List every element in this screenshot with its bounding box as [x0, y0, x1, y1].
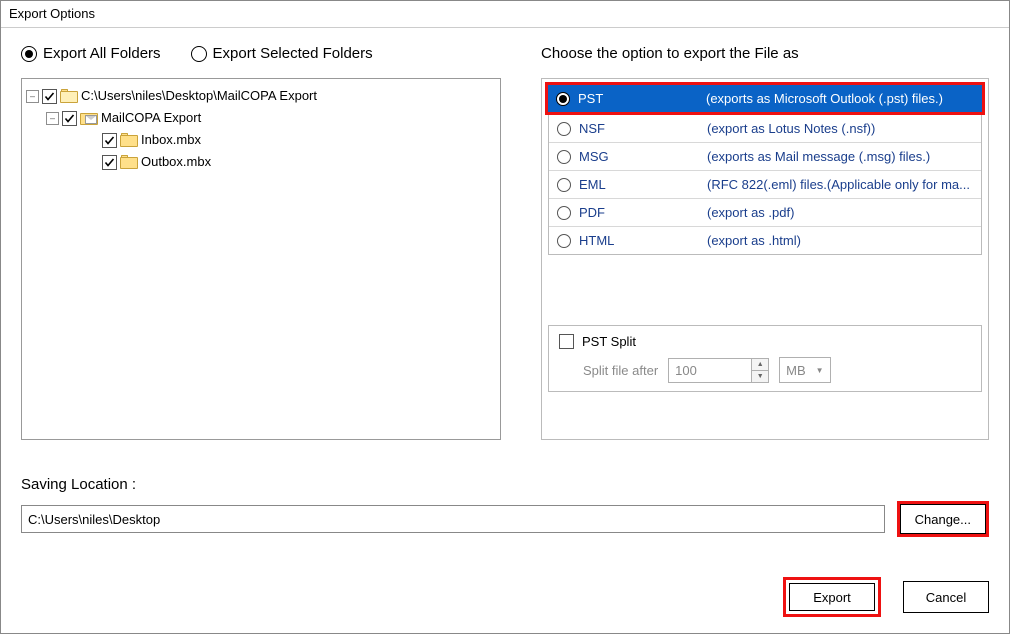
format-option-eml[interactable]: EML (RFC 822(.eml) files.(Applicable onl…	[549, 171, 981, 199]
highlight-box: Export	[783, 577, 881, 617]
folder-icon	[120, 133, 138, 147]
format-options-panel: PST (exports as Microsoft Outlook (.pst)…	[541, 78, 989, 440]
format-option-nsf[interactable]: NSF (export as Lotus Notes (.nsf))	[549, 115, 981, 143]
left-column: Export All Folders Export Selected Folde…	[21, 45, 501, 440]
mailcopa-folder-icon	[80, 111, 98, 125]
export-all-folders-radio[interactable]: Export All Folders	[21, 45, 161, 62]
format-option-list-top: PST (exports as Microsoft Outlook (.pst)…	[548, 85, 982, 112]
radio-icon	[557, 234, 571, 248]
radio-label: Export Selected Folders	[213, 45, 373, 62]
radio-icon	[557, 178, 571, 192]
checkbox[interactable]	[102, 155, 117, 170]
export-mode-row: Export All Folders Export Selected Folde…	[21, 45, 501, 62]
right-column: Choose the option to export the File as …	[541, 45, 989, 440]
folder-tree[interactable]: – C:\Users\niles\Desktop\MailCOPA Export	[21, 78, 501, 440]
tree-item-inbox[interactable]: Inbox.mbx	[141, 129, 201, 151]
format-option-html[interactable]: HTML (export as .html)	[549, 227, 981, 254]
format-desc: (export as .html)	[707, 233, 973, 248]
pst-split-checkbox[interactable]	[559, 334, 574, 349]
spacer	[86, 135, 99, 146]
format-desc: (exports as Microsoft Outlook (.pst) fil…	[706, 91, 974, 106]
highlight-box: Change...	[897, 501, 989, 537]
format-desc: (export as .pdf)	[707, 205, 973, 220]
change-button[interactable]: Change...	[900, 504, 986, 534]
spinner-up[interactable]: ▲	[752, 359, 768, 371]
saving-location-row: Saving Location : Change...	[21, 476, 989, 537]
format-name: EML	[579, 177, 699, 192]
export-selected-folders-radio[interactable]: Export Selected Folders	[191, 45, 373, 62]
tree-item-outbox[interactable]: Outbox.mbx	[141, 151, 211, 173]
pst-split-panel: PST Split Split file after ▲ ▼	[548, 325, 982, 392]
spinner-down[interactable]: ▼	[752, 371, 768, 382]
radio-icon	[191, 46, 207, 62]
window-title: Export Options	[1, 1, 1009, 28]
format-desc: (exports as Mail message (.msg) files.)	[707, 149, 973, 164]
format-option-pdf[interactable]: PDF (export as .pdf)	[549, 199, 981, 227]
radio-icon	[21, 46, 37, 62]
format-desc: (export as Lotus Notes (.nsf))	[707, 121, 973, 136]
split-after-label: Split file after	[583, 363, 658, 378]
export-button[interactable]: Export	[789, 583, 875, 611]
folder-icon	[120, 155, 138, 169]
tree-item-mailcopa[interactable]: MailCOPA Export	[101, 107, 201, 129]
format-heading: Choose the option to export the File as	[541, 45, 989, 62]
tree-item-root[interactable]: C:\Users\niles\Desktop\MailCOPA Export	[81, 85, 317, 107]
format-option-list: NSF (export as Lotus Notes (.nsf)) MSG (…	[548, 115, 982, 255]
format-name: PST	[578, 91, 698, 106]
export-options-window: Export Options Export All Folders Export…	[0, 0, 1010, 634]
split-unit-select[interactable]: MB ▼	[779, 357, 830, 383]
spacer	[86, 157, 99, 168]
checkbox[interactable]	[102, 133, 117, 148]
split-unit-value: MB	[786, 363, 806, 378]
radio-icon	[556, 92, 570, 106]
format-option-msg[interactable]: MSG (exports as Mail message (.msg) file…	[549, 143, 981, 171]
format-desc: (RFC 822(.eml) files.(Applicable only fo…	[707, 177, 973, 192]
folder-icon	[60, 89, 78, 103]
format-name: PDF	[579, 205, 699, 220]
highlight-box: PST (exports as Microsoft Outlook (.pst)…	[545, 82, 985, 115]
top-row: Export All Folders Export Selected Folde…	[21, 45, 989, 440]
format-option-pst[interactable]: PST (exports as Microsoft Outlook (.pst)…	[548, 85, 982, 112]
checkbox[interactable]	[42, 89, 57, 104]
saving-location-input[interactable]	[21, 505, 885, 533]
checkbox[interactable]	[62, 111, 77, 126]
split-size-input[interactable]	[669, 359, 751, 381]
radio-icon	[557, 206, 571, 220]
saving-location-label: Saving Location :	[21, 476, 989, 493]
radio-icon	[557, 150, 571, 164]
radio-label: Export All Folders	[43, 45, 161, 62]
format-name: NSF	[579, 121, 699, 136]
collapse-toggle[interactable]: –	[46, 112, 59, 125]
collapse-toggle[interactable]: –	[26, 90, 39, 103]
radio-icon	[557, 122, 571, 136]
pst-split-label: PST Split	[582, 334, 636, 349]
window-content: Export All Folders Export Selected Folde…	[1, 27, 1009, 633]
format-name: HTML	[579, 233, 699, 248]
cancel-button[interactable]: Cancel	[903, 581, 989, 613]
format-name: MSG	[579, 149, 699, 164]
dialog-button-row: Export Cancel	[783, 577, 989, 617]
chevron-down-icon: ▼	[816, 366, 824, 375]
split-size-input-wrap: ▲ ▼	[668, 358, 769, 383]
